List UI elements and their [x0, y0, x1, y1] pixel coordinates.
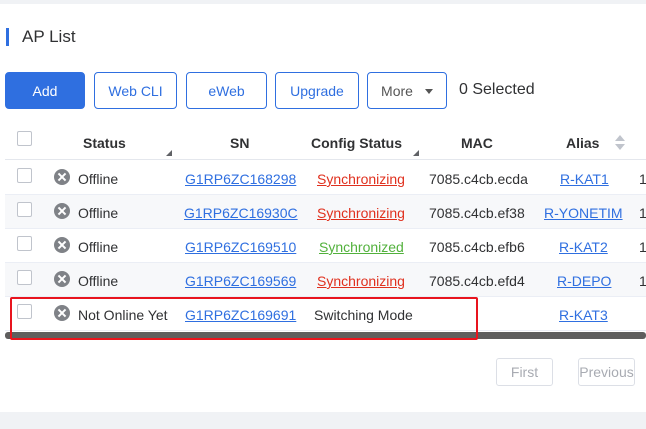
row-sn-link[interactable]: G1RP6ZC16930C	[184, 205, 298, 221]
status-filter-icon[interactable]	[166, 150, 172, 156]
row-alias-link[interactable]: R-KAT3	[559, 307, 608, 323]
caret-down-icon	[424, 89, 433, 94]
more-dropdown-button[interactable]: More	[367, 72, 447, 109]
offline-icon	[54, 237, 70, 253]
row-checkbox[interactable]	[17, 202, 32, 217]
table-row: Offline G1RP6ZC16930C Synchronizing 7085…	[5, 195, 646, 229]
offline-icon	[54, 203, 70, 219]
page-title: AP List	[22, 27, 76, 46]
row-alias-link[interactable]: R-DEPO	[557, 273, 611, 289]
config-filter-icon[interactable]	[413, 150, 419, 156]
row-alias-link[interactable]: R-KAT1	[560, 171, 609, 187]
row-alias-link[interactable]: R-KAT2	[559, 239, 608, 255]
row-status: Offline	[78, 239, 119, 255]
title-accent-bar	[6, 28, 9, 46]
eweb-button[interactable]: eWeb	[186, 72, 267, 109]
add-button[interactable]: Add	[5, 72, 85, 109]
web-cli-button[interactable]: Web CLI	[94, 72, 177, 109]
row-mac: 7085.c4cb.ef38	[429, 205, 525, 221]
sort-arrows-icon[interactable]	[615, 135, 625, 151]
first-page-button[interactable]: First	[496, 358, 553, 386]
header-sn[interactable]: SN	[230, 135, 249, 151]
row-sn-link[interactable]: G1RP6ZC169569	[185, 273, 296, 289]
row-status: Offline	[78, 171, 119, 187]
header-alias[interactable]: Alias	[566, 135, 599, 151]
header-status[interactable]: Status	[83, 135, 126, 151]
header-mac[interactable]: MAC	[461, 135, 493, 151]
previous-page-button[interactable]: Previous	[578, 358, 635, 386]
row-extra: 1	[639, 205, 646, 221]
table-row: Offline G1RP6ZC169510 Synchronized 7085.…	[5, 229, 646, 263]
row-config-status[interactable]: Synchronized	[319, 239, 404, 255]
row-mac: 7085.c4cb.ecda	[429, 171, 528, 187]
offline-icon	[54, 271, 70, 287]
row-sn-link[interactable]: G1RP6ZC168298	[185, 171, 296, 187]
highlight-box	[10, 297, 478, 340]
select-all-checkbox[interactable]	[17, 131, 32, 146]
row-sn-link[interactable]: G1RP6ZC169510	[185, 239, 296, 255]
table-row: Offline G1RP6ZC168298 Synchronizing 7085…	[5, 161, 646, 195]
row-mac: 7085.c4cb.efb6	[429, 239, 525, 255]
row-checkbox[interactable]	[17, 168, 32, 183]
header-config-status[interactable]: Config Status	[311, 135, 402, 151]
upgrade-button[interactable]: Upgrade	[275, 72, 359, 109]
row-config-status[interactable]: Synchronizing	[317, 205, 405, 221]
table-row: Offline G1RP6ZC169569 Synchronizing 7085…	[5, 263, 646, 297]
row-config-status[interactable]: Synchronizing	[317, 273, 405, 289]
row-extra: 1	[639, 273, 646, 289]
row-mac: 7085.c4cb.efd4	[429, 273, 525, 289]
row-checkbox[interactable]	[17, 236, 32, 251]
selected-count: 0 Selected	[459, 81, 535, 98]
more-label: More	[381, 82, 413, 99]
row-status: Offline	[78, 273, 119, 289]
header-divider	[5, 159, 646, 160]
row-extra: 1	[639, 171, 646, 187]
row-alias-link[interactable]: R-YONETIM	[544, 205, 623, 221]
row-extra: 1	[639, 239, 646, 255]
row-config-status[interactable]: Synchronizing	[317, 171, 405, 187]
row-checkbox[interactable]	[17, 270, 32, 285]
offline-icon	[54, 169, 70, 185]
row-status: Offline	[78, 205, 119, 221]
